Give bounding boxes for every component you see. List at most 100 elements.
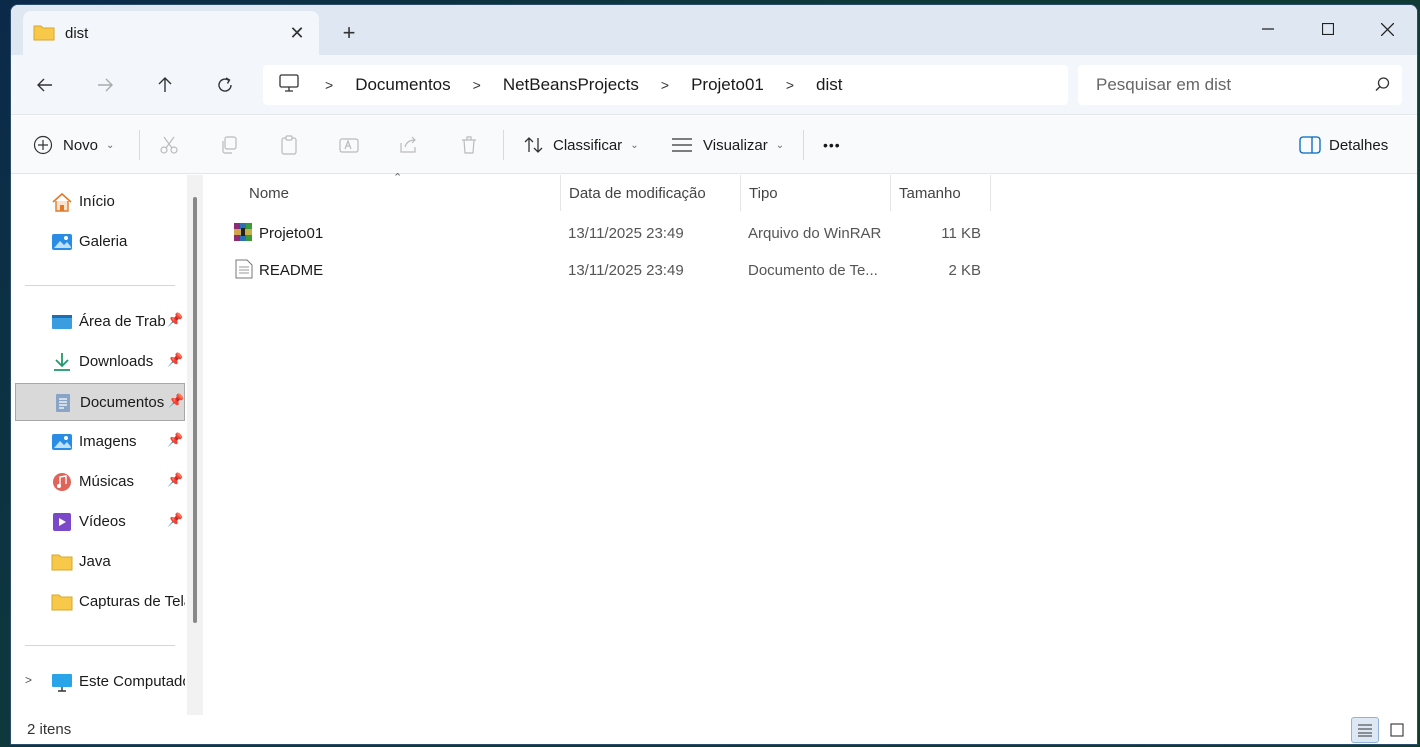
sidebar-item-area-de-trabalho[interactable]: Área de Trab 📌: [15, 303, 185, 341]
minimize-icon: [1262, 28, 1274, 30]
chevron-right-icon[interactable]: >: [786, 77, 794, 93]
share-button[interactable]: [399, 129, 419, 161]
sidebar-item-musicas[interactable]: Músicas 📌: [15, 463, 185, 501]
delete-button[interactable]: [459, 129, 479, 161]
tiles-view-button[interactable]: [1383, 717, 1411, 743]
sort-button[interactable]: Classificar ⌄: [523, 129, 639, 161]
cut-button[interactable]: [159, 129, 179, 161]
up-button[interactable]: [147, 69, 183, 101]
pin-icon[interactable]: 📌: [167, 432, 183, 448]
file-name: README: [259, 262, 324, 279]
copy-icon: [222, 136, 237, 154]
forward-button[interactable]: [87, 69, 123, 101]
chevron-down-icon: ⌄: [630, 139, 639, 151]
toolbar-divider: [803, 130, 804, 160]
file-type: Documento de Te...: [748, 262, 878, 279]
details-label: Detalhes: [1329, 136, 1389, 154]
tab-title: dist: [65, 25, 89, 42]
pin-icon[interactable]: 📌: [167, 472, 183, 488]
navigation-bar: > Documentos > NetBeansProjects > Projet…: [11, 55, 1417, 115]
sidebar-item-label: Músicas: [79, 473, 135, 490]
column-header-size[interactable]: Tamanho: [891, 175, 991, 211]
music-icon: [51, 472, 73, 492]
copy-button[interactable]: [219, 129, 239, 161]
column-header-label: Tipo: [749, 184, 778, 202]
details-pane-button[interactable]: Detalhes: [1299, 129, 1388, 161]
status-bar: 2 itens: [11, 715, 1417, 744]
pictures-icon: [51, 432, 73, 452]
folder-icon: [51, 552, 73, 572]
more-options-button[interactable]: •••: [823, 129, 841, 161]
folder-icon: [51, 592, 73, 612]
table-row[interactable]: README 13/11/2025 23:49 Documento de Te.…: [207, 253, 1007, 289]
search-box[interactable]: [1078, 65, 1402, 105]
breadcrumb-item[interactable]: dist: [816, 75, 842, 95]
chevron-right-icon: >: [325, 77, 334, 93]
search-input[interactable]: [1078, 65, 1358, 105]
table-row[interactable]: Projeto01 13/11/2025 23:49 Arquivo do Wi…: [207, 216, 1007, 252]
sort-ascending-icon: ⌃: [393, 172, 403, 184]
documents-icon: [52, 393, 74, 413]
sidebar-item-label: Imagens: [79, 433, 137, 450]
refresh-button[interactable]: [207, 69, 243, 101]
pin-icon[interactable]: 📌: [167, 312, 183, 328]
rename-button[interactable]: [339, 129, 361, 161]
sidebar-item-galeria[interactable]: Galeria: [15, 223, 185, 261]
column-header-modified[interactable]: Data de modificação: [561, 175, 741, 211]
sidebar-divider: [25, 285, 175, 286]
close-tab-button[interactable]: ✕: [285, 21, 309, 45]
sidebar-item-inicio[interactable]: Início: [15, 183, 185, 221]
file-name: Projeto01: [259, 225, 324, 242]
chevron-down-icon: ⌄: [775, 139, 785, 151]
toolbar-divider: [503, 130, 504, 160]
pin-icon[interactable]: 📌: [167, 352, 183, 368]
breadcrumb-item[interactable]: Projeto01: [691, 75, 764, 95]
address-bar[interactable]: > Documentos > NetBeansProjects > Projet…: [263, 65, 1068, 105]
sidebar-item-imagens[interactable]: Imagens 📌: [15, 423, 185, 461]
chevron-right-icon[interactable]: >: [25, 673, 32, 687]
details-pane-icon: [1299, 136, 1321, 154]
new-label: Novo: [63, 136, 99, 154]
column-header-label: Data de modificação: [569, 184, 706, 202]
chevron-right-icon[interactable]: >: [473, 77, 481, 93]
view-button[interactable]: Visualizar ⌄: [671, 129, 784, 161]
details-view-icon: [1358, 724, 1372, 737]
column-header-name[interactable]: Nome ⌃: [243, 172, 561, 211]
sidebar-item-capturas-de-tela[interactable]: Capturas de Tela: [15, 583, 185, 621]
sidebar-item-label: Java: [79, 553, 111, 570]
tab-dist[interactable]: dist ✕: [23, 11, 319, 55]
sidebar-item-downloads[interactable]: Downloads 📌: [15, 343, 185, 381]
search-icon[interactable]: [1375, 77, 1390, 96]
details-view-button[interactable]: [1351, 717, 1379, 743]
computer-icon: [51, 672, 73, 692]
column-header-label: Nome: [249, 184, 290, 202]
computer-icon: [279, 74, 299, 96]
sidebar-item-label: Capturas de Tela: [79, 593, 185, 610]
column-header-type[interactable]: Tipo: [741, 175, 891, 211]
item-count: 2 itens: [27, 721, 72, 738]
text-document-icon: [235, 259, 253, 283]
file-list: Nome ⌃ Data de modificação Tipo Tamanho …: [207, 172, 1417, 715]
sidebar-item-documentos[interactable]: Documentos 📌: [15, 383, 185, 421]
sidebar-item-java[interactable]: Java: [15, 543, 185, 581]
maximize-button[interactable]: [1305, 13, 1351, 45]
breadcrumb-item[interactable]: NetBeansProjects: [503, 75, 639, 95]
sidebar-item-videos[interactable]: Vídeos 📌: [15, 503, 185, 541]
new-tab-button[interactable]: +: [337, 20, 361, 45]
paste-button[interactable]: [279, 129, 299, 161]
chevron-right-icon[interactable]: >: [661, 77, 669, 93]
cut-icon: [160, 136, 178, 154]
pin-icon[interactable]: 📌: [168, 393, 184, 409]
breadcrumb-item[interactable]: Documentos: [355, 75, 450, 95]
sidebar-item-este-computador[interactable]: > Este Computador: [15, 663, 185, 701]
new-button[interactable]: Novo ⌄: [33, 129, 114, 161]
home-icon: [51, 192, 73, 212]
paste-icon: [281, 135, 297, 155]
sidebar-scrollbar[interactable]: [193, 197, 197, 623]
winrar-icon: [233, 222, 253, 246]
back-button[interactable]: [27, 69, 63, 101]
minimize-button[interactable]: [1245, 13, 1291, 45]
pin-icon[interactable]: 📌: [167, 512, 183, 528]
close-window-button[interactable]: [1364, 13, 1410, 45]
plus-circle-icon: [33, 135, 53, 155]
